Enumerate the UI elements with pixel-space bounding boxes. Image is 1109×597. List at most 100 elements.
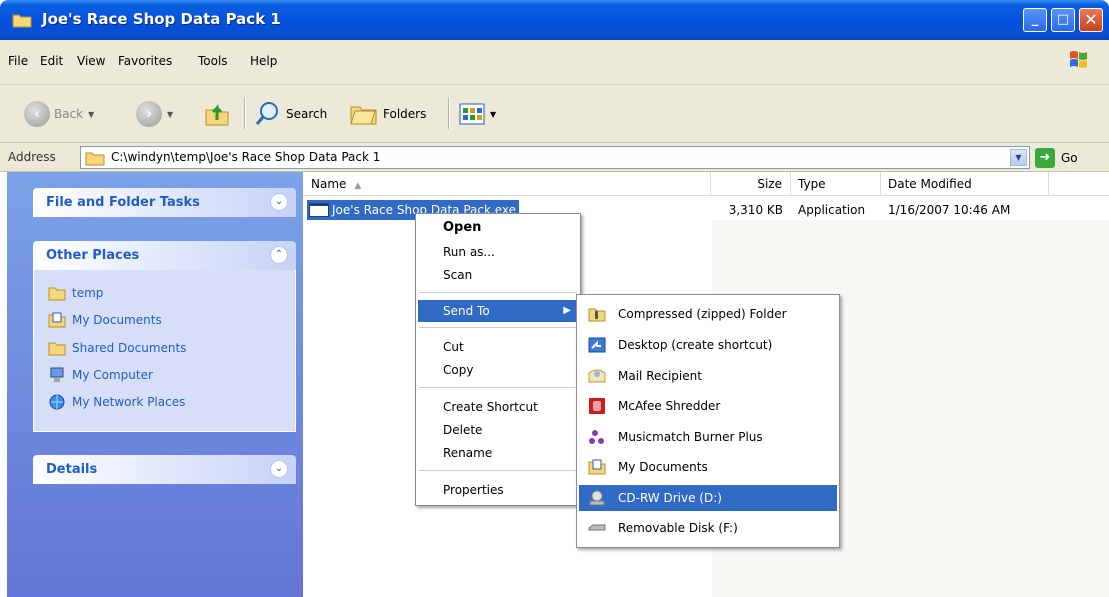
menu-help[interactable]: Help xyxy=(250,54,277,68)
cd-drive-icon xyxy=(589,490,605,506)
file-size: 3,310 KB xyxy=(728,203,783,217)
window-title: Joe's Race Shop Data Pack 1 xyxy=(42,10,281,28)
back-arrow-icon: ‹ xyxy=(24,101,50,127)
send-to-musicmatch[interactable]: Musicmatch Burner Plus xyxy=(579,424,837,450)
menu-separator xyxy=(419,292,577,293)
menu-item-cut[interactable]: Cut xyxy=(418,336,578,358)
place-my-documents[interactable]: My Documents xyxy=(48,311,162,329)
folder-icon xyxy=(12,14,32,28)
file-folder-tasks-header[interactable]: File and Folder Tasks ⌄ xyxy=(33,188,296,217)
send-to-compressed-folder[interactable]: Compressed (zipped) Folder xyxy=(579,301,837,327)
file-date: 1/16/2007 10:46 AM xyxy=(888,203,1011,217)
minimize-button[interactable]: _ xyxy=(1023,8,1047,32)
folder-icon xyxy=(48,287,66,301)
my-documents-icon xyxy=(48,312,66,328)
menu-item-create-shortcut[interactable]: Create Shortcut xyxy=(418,396,578,418)
menu-item-delete[interactable]: Delete xyxy=(418,419,578,441)
column-header-type[interactable]: Type xyxy=(791,172,881,196)
menu-item-run-as[interactable]: Run as... xyxy=(418,241,578,263)
address-dropdown-icon[interactable]: ▼ xyxy=(1010,149,1027,166)
title-bar[interactable]: Joe's Race Shop Data Pack 1 _ □ ✕ xyxy=(0,0,1109,40)
menu-item-open[interactable]: Open xyxy=(418,217,578,239)
send-to-submenu: Compressed (zipped) Folder Desktop (crea… xyxy=(576,294,840,548)
address-bar: Address C:\windyn\temp\Joe's Race Shop D… xyxy=(0,143,1109,172)
musicmatch-icon xyxy=(589,430,604,444)
menu-item-rename[interactable]: Rename xyxy=(418,442,578,464)
column-header-size[interactable]: Size xyxy=(711,172,791,196)
my-computer-icon xyxy=(50,367,64,382)
my-documents-icon xyxy=(588,459,606,475)
menu-edit[interactable]: Edit xyxy=(40,54,63,68)
menu-file[interactable]: File xyxy=(8,54,28,68)
close-button[interactable]: ✕ xyxy=(1079,8,1103,32)
send-to-removable-disk[interactable]: Removable Disk (F:) xyxy=(579,515,837,541)
up-folder-button[interactable] xyxy=(203,99,231,129)
menu-view[interactable]: View xyxy=(77,54,105,68)
folders-icon xyxy=(350,106,377,125)
menu-separator xyxy=(419,327,577,328)
removable-disk-icon xyxy=(588,524,606,531)
go-button[interactable]: ➜ Go xyxy=(1035,147,1078,169)
menu-favorites[interactable]: Favorites xyxy=(118,54,172,68)
network-places-icon xyxy=(49,394,65,410)
back-button[interactable]: ‹ Back ▼ xyxy=(24,99,94,129)
up-folder-icon xyxy=(205,104,229,126)
desktop-icon xyxy=(588,337,606,353)
address-input[interactable]: C:\windyn\temp\Joe's Race Shop Data Pack… xyxy=(80,146,1030,169)
place-my-network-places[interactable]: My Network Places xyxy=(48,393,185,411)
sort-up-icon: ▲ xyxy=(354,181,362,191)
menu-item-scan[interactable]: Scan xyxy=(418,264,578,286)
other-places-header[interactable]: Other Places ⌃ xyxy=(33,241,296,270)
toolbar-separator xyxy=(448,97,450,129)
menu-item-properties[interactable]: Properties xyxy=(418,479,578,501)
forward-arrow-icon: › xyxy=(136,101,162,127)
column-header-date[interactable]: Date Modified xyxy=(881,172,1049,196)
menu-separator xyxy=(419,387,577,388)
chevron-down-icon[interactable]: ⌄ xyxy=(270,460,288,478)
column-header-name[interactable]: Name ▲ xyxy=(303,172,711,196)
folder-icon xyxy=(85,152,105,166)
mail-icon xyxy=(588,369,606,383)
send-to-cd-rw-drive[interactable]: CD-RW Drive (D:) xyxy=(579,485,837,511)
details-header[interactable]: Details ⌄ xyxy=(33,455,296,484)
address-value: C:\windyn\temp\Joe's Race Shop Data Pack… xyxy=(111,150,381,164)
send-to-desktop[interactable]: Desktop (create shortcut) xyxy=(579,332,837,358)
task-pane: File and Folder Tasks ⌄ Other Places ⌃ t… xyxy=(7,172,303,597)
chevron-up-icon[interactable]: ⌃ xyxy=(270,246,288,264)
windows-logo-icon xyxy=(1070,51,1087,68)
menu-item-send-to[interactable]: Send To ▶ xyxy=(418,300,578,322)
place-temp[interactable]: temp xyxy=(48,284,103,302)
chevron-down-icon[interactable]: ⌄ xyxy=(270,193,288,211)
search-button[interactable]: Search xyxy=(254,99,327,129)
views-icon xyxy=(459,103,485,125)
maximize-button[interactable]: □ xyxy=(1051,8,1075,32)
send-to-my-documents[interactable]: My Documents xyxy=(579,454,837,480)
address-label: Address xyxy=(8,150,56,164)
views-button[interactable]: ▼ xyxy=(459,99,496,129)
search-icon xyxy=(255,102,278,125)
application-icon xyxy=(309,203,329,217)
context-menu: Open Run as... Scan Send To ▶ Cut Copy C… xyxy=(415,213,581,506)
go-arrow-icon: ➜ xyxy=(1035,148,1055,168)
forward-button[interactable]: › ▼ xyxy=(136,99,173,129)
menu-separator xyxy=(419,470,577,471)
folders-button[interactable]: Folders xyxy=(349,99,426,129)
shared-folder-icon xyxy=(48,342,66,356)
menu-item-copy[interactable]: Copy xyxy=(418,359,578,381)
submenu-arrow-icon: ▶ xyxy=(563,305,571,316)
toolbar: ‹ Back ▼ › ▼ Search Folders ▼ xyxy=(0,85,1109,143)
menu-bar: File Edit View Favorites Tools Help xyxy=(0,40,1109,85)
zip-folder-icon xyxy=(588,308,606,322)
shredder-icon xyxy=(589,398,605,414)
column-header-filler xyxy=(1049,172,1109,196)
send-to-mail-recipient[interactable]: Mail Recipient xyxy=(579,363,837,389)
toolbar-separator xyxy=(244,97,246,129)
send-to-mcafee-shredder[interactable]: McAfee Shredder xyxy=(579,393,837,419)
place-my-computer[interactable]: My Computer xyxy=(48,366,153,384)
chevron-down-icon[interactable]: ▼ xyxy=(167,110,173,119)
menu-tools[interactable]: Tools xyxy=(198,54,228,68)
chevron-down-icon[interactable]: ▼ xyxy=(88,110,94,119)
chevron-down-icon[interactable]: ▼ xyxy=(490,110,496,119)
file-type: Application xyxy=(798,203,866,217)
place-shared-documents[interactable]: Shared Documents xyxy=(48,339,186,357)
